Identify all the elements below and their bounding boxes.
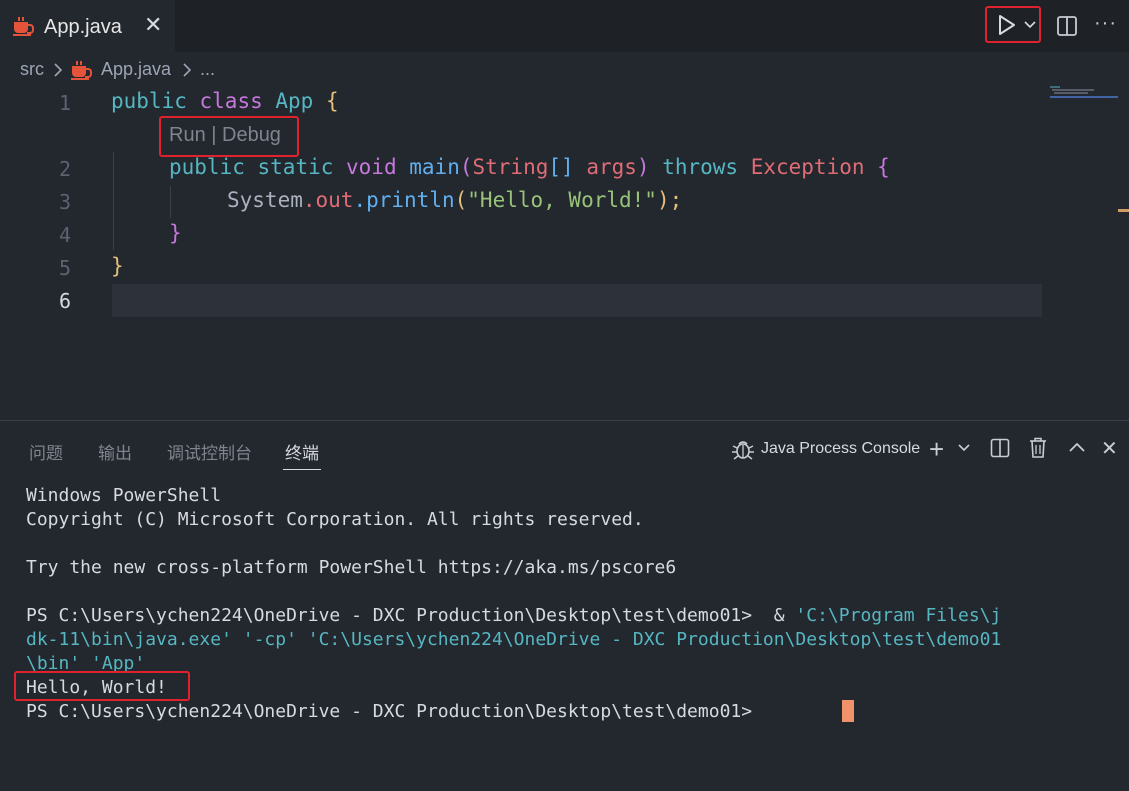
keyword: public	[111, 89, 187, 113]
terminal-prompt: PS C:\Users\ychen224\OneDrive - DXC Prod…	[26, 605, 796, 626]
class-name: App	[275, 89, 314, 113]
breadcrumb-separator-icon	[54, 63, 63, 77]
tab-problems[interactable]: 问题	[29, 439, 63, 464]
tab-close-icon[interactable]: ✕	[144, 12, 162, 38]
terminal-line: Copyright (C) Microsoft Corporation. All…	[26, 509, 644, 530]
debug-bug-icon	[732, 441, 754, 460]
tab-output[interactable]: 输出	[98, 439, 132, 464]
terminal-dropdown-chevron-icon[interactable]	[958, 443, 970, 453]
brace: {	[325, 89, 339, 113]
code-line-3[interactable]: System.out.println("Hello, World!");	[227, 188, 682, 212]
code-line-5[interactable]: }	[111, 254, 124, 278]
statement-end: );	[656, 188, 683, 212]
line-number: 4	[58, 223, 71, 247]
line-number: 5	[58, 256, 71, 280]
field-ref: out	[315, 188, 354, 212]
terminal-cursor[interactable]	[842, 700, 854, 722]
line-number: 2	[58, 157, 71, 181]
keyword: void	[346, 155, 397, 179]
current-line-highlight	[112, 284, 1042, 317]
brace: }	[111, 254, 124, 278]
terminal-command: dk-11\bin\java.exe' '-cp' 'C:\Users\yche…	[26, 629, 1002, 650]
tab-app-java[interactable]: App.java ✕	[0, 0, 175, 52]
keyword: class	[199, 89, 263, 113]
scrollbar-marker	[1118, 209, 1129, 212]
breadcrumb-more[interactable]: ...	[200, 59, 215, 80]
new-terminal-plus-icon[interactable]: +	[929, 434, 944, 465]
tab-title: App.java	[44, 16, 122, 38]
paren: )	[636, 155, 650, 179]
terminal-command: 'C:\Program Files\j	[795, 605, 1002, 626]
line-number: 3	[58, 190, 71, 214]
dot: .	[353, 188, 367, 212]
method-name: main	[409, 155, 460, 179]
terminal-prompt: PS C:\Users\ychen224\OneDrive - DXC Prod…	[26, 701, 763, 722]
indent-guide	[170, 186, 171, 218]
breadcrumb-java-icon	[71, 61, 92, 80]
keyword: throws	[662, 155, 739, 179]
code-line-1[interactable]: public class App {	[111, 89, 339, 113]
tab-debug-console[interactable]: 调试控制台	[167, 439, 252, 464]
keyword: static	[257, 155, 334, 179]
indent-guide	[113, 152, 114, 250]
code-line-2[interactable]: public static void main(String[] args) t…	[169, 155, 890, 179]
java-file-icon	[13, 17, 34, 36]
terminal-output: Hello, World!	[26, 677, 167, 698]
paren: (	[459, 155, 473, 179]
exception-name: Exception	[750, 155, 865, 179]
param-name: args	[586, 155, 637, 179]
method-call: println	[366, 188, 455, 212]
class-ref: System	[227, 188, 303, 212]
tab-terminal[interactable]: 终端	[285, 439, 319, 464]
close-panel-icon[interactable]: ✕	[1101, 436, 1118, 461]
type-name: String	[472, 155, 549, 179]
terminal-line: PS C:\Users\ychen224\OneDrive - DXC Prod…	[26, 605, 1001, 626]
run-dropdown-chevron-icon[interactable]	[1024, 20, 1036, 30]
line-number: 6	[58, 289, 71, 313]
breadcrumb-folder[interactable]: src	[20, 59, 44, 80]
terminal-line: Windows PowerShell	[26, 485, 222, 506]
split-editor-icon[interactable]	[1056, 15, 1078, 37]
keyword: public	[169, 155, 245, 179]
more-actions-icon[interactable]: ···	[1094, 12, 1117, 35]
codelens-run-debug[interactable]: Run | Debug	[169, 124, 281, 147]
paren: (	[454, 188, 468, 212]
breadcrumb-separator-icon	[183, 63, 192, 77]
terminal-selector-label[interactable]: Java Process Console	[761, 440, 920, 458]
run-icon[interactable]	[997, 14, 1017, 36]
split-terminal-icon[interactable]	[990, 438, 1010, 458]
brace: {	[877, 155, 890, 179]
brace: }	[169, 221, 182, 245]
line-number: 1	[58, 91, 71, 115]
maximize-panel-chevron-up-icon[interactable]	[1068, 440, 1086, 454]
active-tab-underline	[283, 469, 321, 470]
dot: .	[302, 188, 316, 212]
minimap[interactable]	[1050, 85, 1118, 99]
code-line-4[interactable]: }	[169, 221, 182, 245]
array-brackets: []	[548, 155, 574, 179]
breadcrumb-file[interactable]: App.java	[101, 59, 171, 80]
trash-icon[interactable]	[1029, 437, 1047, 459]
terminal-line: Try the new cross-platform PowerShell ht…	[26, 557, 677, 578]
string-literal: "Hello, World!"	[467, 188, 657, 212]
